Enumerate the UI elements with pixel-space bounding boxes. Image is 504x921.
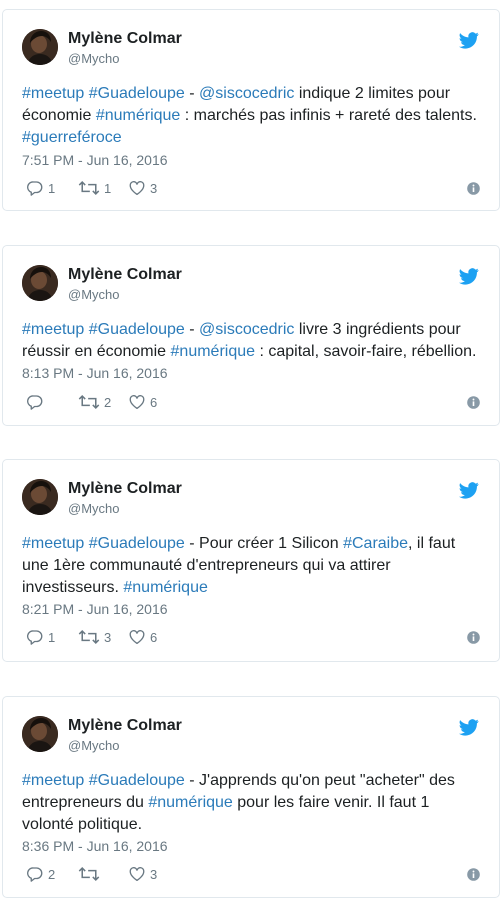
mention-link[interactable]: @siscocedric bbox=[199, 321, 294, 338]
reply-button[interactable]: 1 bbox=[22, 179, 74, 197]
retweet-count: 2 bbox=[104, 394, 112, 410]
tweet-text-segment: : capital, savoir-faire, rébellion. bbox=[255, 343, 477, 360]
like-icon bbox=[128, 393, 146, 411]
tweet-card[interactable]: Mylène Colmar @Mycho #meetup #Guadeloupe… bbox=[2, 9, 500, 211]
tweet-timestamp[interactable]: 7:51 PM - Jun 16, 2016 bbox=[22, 152, 168, 168]
tweet-timestamp[interactable]: 8:36 PM - Jun 16, 2016 bbox=[22, 838, 168, 854]
retweet-button[interactable]: 1 bbox=[74, 179, 124, 197]
reply-button[interactable]: 1 bbox=[22, 628, 74, 646]
retweet-count: 3 bbox=[104, 629, 112, 645]
info-icon[interactable] bbox=[467, 396, 480, 409]
author-handle[interactable]: @Mycho bbox=[68, 287, 120, 302]
reply-icon bbox=[26, 179, 44, 197]
like-count: 6 bbox=[150, 394, 158, 410]
like-button[interactable]: 3 bbox=[124, 865, 157, 883]
like-icon bbox=[128, 865, 146, 883]
like-count: 3 bbox=[150, 866, 158, 882]
tweet-text-segment: - bbox=[184, 85, 200, 102]
hashtag-link[interactable]: #Guadeloupe bbox=[89, 535, 185, 552]
tweet-actions: 1 3 6 bbox=[22, 628, 157, 646]
tweet-text-segment: : marchés pas infinis + rareté des talen… bbox=[180, 107, 477, 124]
author-name[interactable]: Mylène Colmar bbox=[68, 717, 182, 735]
mention-link[interactable]: @siscocedric bbox=[199, 85, 294, 102]
hashtag-link[interactable]: #meetup bbox=[22, 85, 84, 102]
reply-button[interactable]: 2 bbox=[22, 865, 74, 883]
like-icon bbox=[128, 628, 146, 646]
info-icon[interactable] bbox=[467, 631, 480, 644]
reply-count: 1 bbox=[48, 629, 56, 645]
like-button[interactable]: 6 bbox=[124, 628, 157, 646]
reply-icon bbox=[26, 865, 44, 883]
avatar[interactable] bbox=[22, 265, 58, 301]
hashtag-link[interactable]: #meetup bbox=[22, 535, 84, 552]
tweet-actions: 2 3 bbox=[22, 865, 157, 883]
info-icon[interactable] bbox=[467, 182, 480, 195]
reply-button[interactable] bbox=[22, 393, 74, 411]
retweet-button[interactable] bbox=[74, 865, 124, 883]
like-button[interactable]: 6 bbox=[124, 393, 157, 411]
reply-count: 1 bbox=[48, 180, 56, 196]
tweet-text-segment: - Pour créer 1 Silicon bbox=[184, 535, 344, 552]
tweet-text-segment: - bbox=[184, 321, 200, 338]
hashtag-link[interactable]: #guerreféroce bbox=[22, 129, 122, 146]
hashtag-link[interactable]: #meetup bbox=[22, 772, 84, 789]
retweet-icon bbox=[78, 393, 100, 411]
author-handle[interactable]: @Mycho bbox=[68, 501, 120, 516]
hashtag-link[interactable]: #numérique bbox=[148, 794, 233, 811]
reply-count: 2 bbox=[48, 866, 56, 882]
author-name[interactable]: Mylène Colmar bbox=[68, 480, 182, 498]
hashtag-link[interactable]: #meetup bbox=[22, 321, 84, 338]
twitter-bird-icon[interactable] bbox=[459, 719, 479, 736]
hashtag-link[interactable]: #numérique bbox=[123, 579, 208, 596]
like-count: 3 bbox=[150, 180, 158, 196]
twitter-bird-icon[interactable] bbox=[459, 32, 479, 49]
twitter-bird-icon[interactable] bbox=[459, 268, 479, 285]
tweet-card[interactable]: Mylène Colmar @Mycho #meetup #Guadeloupe… bbox=[2, 245, 500, 426]
tweet-actions: 2 6 bbox=[22, 393, 157, 411]
reply-icon bbox=[26, 628, 44, 646]
retweet-icon bbox=[78, 628, 100, 646]
reply-icon bbox=[26, 393, 44, 411]
info-icon[interactable] bbox=[467, 868, 480, 881]
tweet-text: #meetup #Guadeloupe - Pour créer 1 Silic… bbox=[22, 533, 484, 599]
hashtag-link[interactable]: #numérique bbox=[171, 343, 256, 360]
avatar[interactable] bbox=[22, 716, 58, 752]
tweet-card[interactable]: Mylène Colmar @Mycho #meetup #Guadeloupe… bbox=[2, 696, 500, 898]
author-name[interactable]: Mylène Colmar bbox=[68, 30, 182, 48]
tweet-text: #meetup #Guadeloupe - @siscocedric livre… bbox=[22, 319, 484, 363]
tweet-timestamp[interactable]: 8:13 PM - Jun 16, 2016 bbox=[22, 365, 168, 381]
hashtag-link[interactable]: #numérique bbox=[96, 107, 181, 124]
twitter-bird-icon[interactable] bbox=[459, 482, 479, 499]
like-icon bbox=[128, 179, 146, 197]
retweet-icon bbox=[78, 865, 100, 883]
author-handle[interactable]: @Mycho bbox=[68, 738, 120, 753]
hashtag-link[interactable]: #Caraibe bbox=[343, 535, 408, 552]
avatar[interactable] bbox=[22, 479, 58, 515]
retweet-button[interactable]: 2 bbox=[74, 393, 124, 411]
tweet-timestamp[interactable]: 8:21 PM - Jun 16, 2016 bbox=[22, 601, 168, 617]
hashtag-link[interactable]: #Guadeloupe bbox=[89, 85, 185, 102]
tweet-text: #meetup #Guadeloupe - J'apprends qu'on p… bbox=[22, 770, 484, 836]
author-name[interactable]: Mylène Colmar bbox=[68, 266, 182, 284]
hashtag-link[interactable]: #Guadeloupe bbox=[89, 772, 185, 789]
tweet-actions: 1 1 3 bbox=[22, 179, 157, 197]
hashtag-link[interactable]: #Guadeloupe bbox=[89, 321, 185, 338]
like-button[interactable]: 3 bbox=[124, 179, 157, 197]
tweet-text: #meetup #Guadeloupe - @siscocedric indiq… bbox=[22, 83, 484, 149]
retweet-button[interactable]: 3 bbox=[74, 628, 124, 646]
retweet-count: 1 bbox=[104, 180, 112, 196]
avatar[interactable] bbox=[22, 29, 58, 65]
tweet-card[interactable]: Mylène Colmar @Mycho #meetup #Guadeloupe… bbox=[2, 459, 500, 662]
retweet-icon bbox=[78, 179, 100, 197]
author-handle[interactable]: @Mycho bbox=[68, 51, 120, 66]
like-count: 6 bbox=[150, 629, 158, 645]
